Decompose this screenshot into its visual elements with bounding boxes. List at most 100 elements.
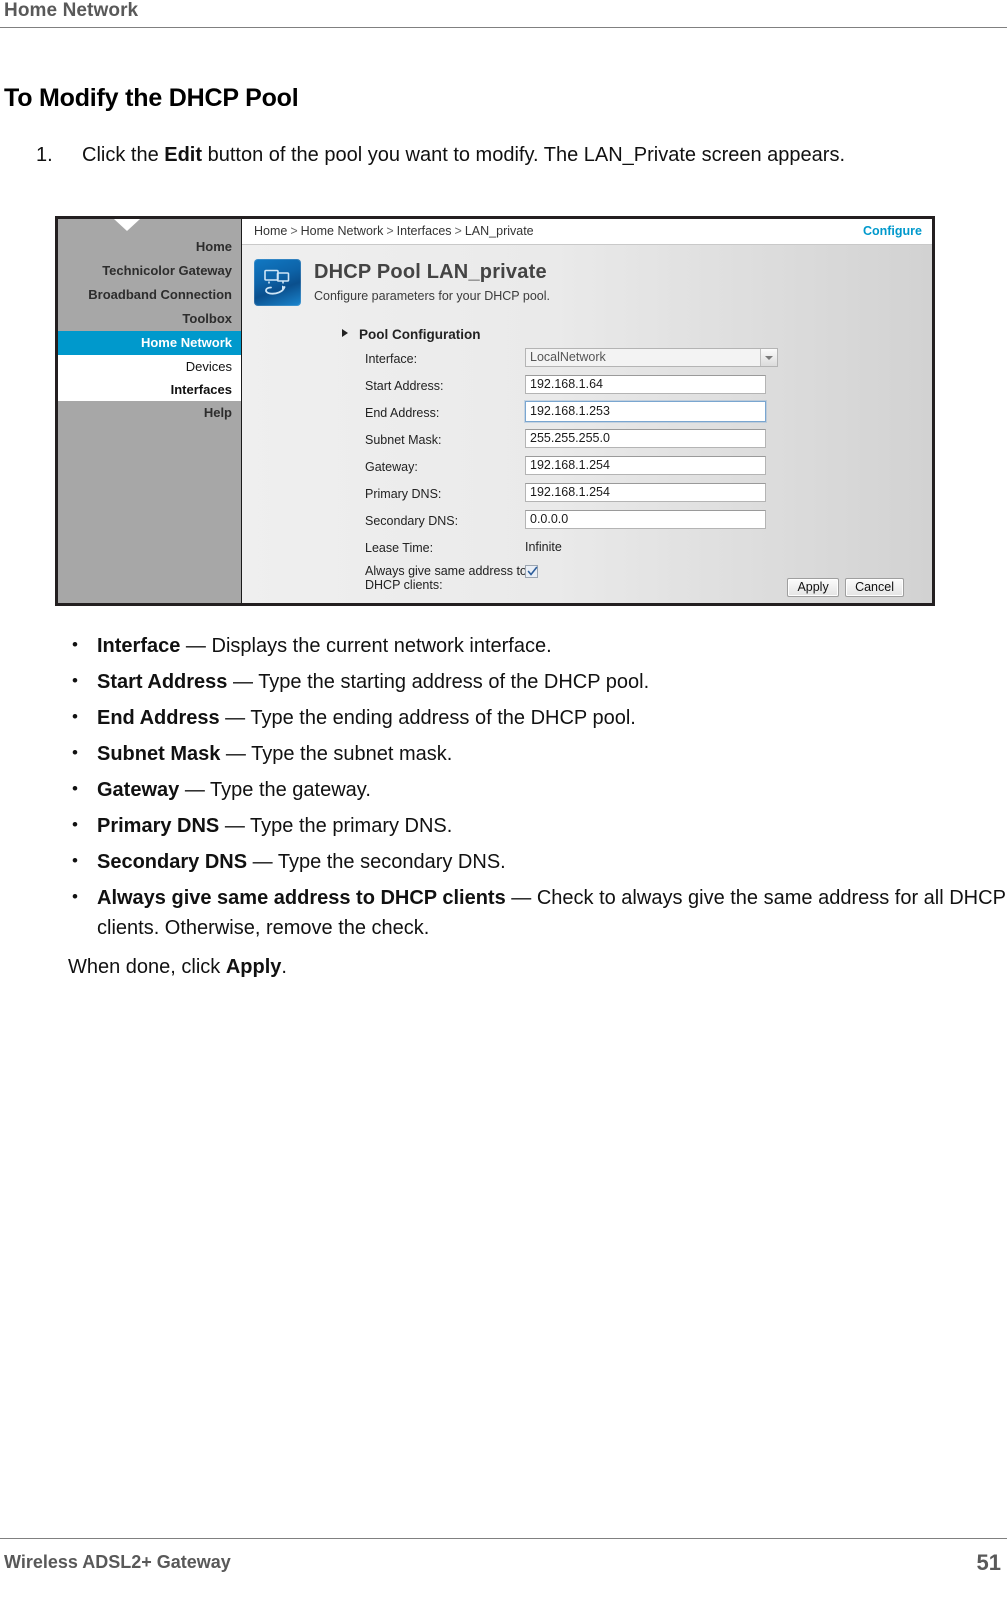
panel-action-buttons: Apply Cancel bbox=[781, 578, 904, 597]
step-bold-edit: Edit bbox=[164, 144, 203, 166]
bullet-dash: — bbox=[180, 635, 212, 657]
running-header-title: Home Network bbox=[4, 0, 139, 21]
form-row-secondary-dns: Secondary DNS: 0.0.0.0 bbox=[365, 510, 925, 537]
bullet-dash: — bbox=[505, 887, 537, 909]
bullet-description: Type the subnet mask. bbox=[251, 743, 453, 765]
router-sidebar: Home Technicolor Gateway Broadband Conne… bbox=[58, 219, 242, 603]
list-item: End Address — Type the ending address of… bbox=[68, 702, 1007, 733]
list-item: Gateway — Type the gateway. bbox=[68, 774, 1007, 805]
bullet-term: Secondary DNS bbox=[97, 851, 248, 873]
primary-dns-input[interactable]: 192.168.1.254 bbox=[525, 483, 766, 502]
step-text-after: button of the pool you want to modify. T… bbox=[202, 144, 845, 166]
cancel-button[interactable]: Cancel bbox=[845, 578, 904, 597]
breadcrumb-item-home[interactable]: Home bbox=[254, 224, 287, 238]
list-item: Interface — Displays the current network… bbox=[68, 630, 1007, 661]
bullet-dash: — bbox=[247, 851, 278, 873]
bullet-term: Gateway bbox=[97, 779, 180, 801]
panel-subtitle: Configure parameters for your DHCP pool. bbox=[314, 289, 550, 303]
configure-link[interactable]: Configure bbox=[863, 224, 922, 238]
bullet-term: Primary DNS bbox=[97, 815, 220, 837]
bullet-dash: — bbox=[219, 815, 251, 837]
closing-instruction: When done, click Apply. bbox=[68, 956, 287, 979]
secondary-dns-input[interactable]: 0.0.0.0 bbox=[525, 510, 766, 529]
bullet-dash: — bbox=[227, 671, 259, 693]
bullet-dash: — bbox=[219, 707, 251, 729]
closing-text-after: . bbox=[281, 956, 287, 978]
apply-button[interactable]: Apply bbox=[787, 578, 840, 597]
sidebar-item-help[interactable]: Help bbox=[58, 401, 241, 425]
breadcrumb-item-home-network[interactable]: Home Network bbox=[301, 224, 384, 238]
sidebar-subitem-interfaces[interactable]: Interfaces bbox=[58, 378, 241, 401]
list-item: Always give same address to DHCP clients… bbox=[68, 882, 1007, 943]
always-same-address-label-line2: DHCP clients: bbox=[365, 578, 443, 592]
pool-configuration-group-header[interactable]: Pool Configuration bbox=[342, 327, 480, 342]
step-text: Click the Edit button of the pool you wa… bbox=[82, 141, 991, 170]
bullet-description: Type the gateway. bbox=[210, 779, 371, 801]
closing-text-before: When done, click bbox=[68, 956, 226, 978]
form-row-interface: Interface: LocalNetwork bbox=[365, 348, 925, 375]
form-row-start-address: Start Address: 192.168.1.64 bbox=[365, 375, 925, 402]
footer-page-number: 51 bbox=[976, 1550, 1001, 1575]
router-breadcrumb-bar: Home > Home Network > Interfaces > LAN_private… bbox=[242, 219, 932, 244]
bullet-description: Type the primary DNS. bbox=[250, 815, 453, 837]
sidebar-item-toolbox[interactable]: Toolbox bbox=[58, 307, 241, 331]
bullet-description: Displays the current network interface. bbox=[211, 635, 552, 657]
secondary-dns-label: Secondary DNS: bbox=[365, 514, 459, 528]
checkmark-icon bbox=[527, 566, 538, 576]
gateway-input[interactable]: 192.168.1.254 bbox=[525, 456, 766, 475]
numbered-step-1: 1. Click the Edit button of the pool you… bbox=[36, 141, 991, 170]
primary-dns-label: Primary DNS: bbox=[365, 487, 442, 501]
sidebar-subitem-devices[interactable]: Devices bbox=[58, 355, 241, 378]
form-row-lease-time: Lease Time: Infinite bbox=[365, 537, 925, 564]
bullet-term: Interface bbox=[97, 635, 181, 657]
bullet-term: Start Address bbox=[97, 671, 228, 693]
closing-bold-apply: Apply bbox=[225, 956, 282, 978]
bullet-description: Type the starting address of the DHCP po… bbox=[258, 671, 650, 693]
page-title: To Modify the DHCP Pool bbox=[4, 84, 299, 112]
bullet-dash: — bbox=[220, 743, 252, 765]
list-item: Primary DNS — Type the primary DNS. bbox=[68, 810, 1007, 841]
router-main-pane: Home > Home Network > Interfaces > LAN_private… bbox=[242, 219, 932, 603]
pool-configuration-form: Interface: LocalNetwork Start Address: 1… bbox=[365, 348, 925, 598]
bullet-description: Type the secondary DNS. bbox=[277, 851, 506, 873]
subnet-mask-input[interactable]: 255.255.255.0 bbox=[525, 429, 766, 448]
list-item: Start Address — Type the starting addres… bbox=[68, 666, 1007, 697]
breadcrumb-item-lan-private[interactable]: LAN_private bbox=[465, 224, 534, 238]
form-row-gateway: Gateway: 192.168.1.254 bbox=[365, 456, 925, 483]
breadcrumb: Home > Home Network > Interfaces > LAN_private bbox=[254, 224, 534, 238]
breadcrumb-item-interfaces[interactable]: Interfaces bbox=[397, 224, 452, 238]
bullet-dash: — bbox=[179, 779, 211, 801]
group-header-label: Pool Configuration bbox=[359, 327, 481, 342]
bullet-term: Subnet Mask bbox=[97, 743, 221, 765]
sidebar-notch-marker bbox=[114, 219, 140, 231]
always-same-address-checkbox[interactable] bbox=[525, 565, 538, 578]
interface-select-value: LocalNetwork bbox=[530, 350, 606, 364]
sidebar-item-home-network[interactable]: Home Network bbox=[58, 331, 241, 355]
interface-label: Interface: bbox=[365, 352, 418, 366]
sidebar-item-technicolor-gateway[interactable]: Technicolor Gateway bbox=[58, 259, 241, 283]
step-number: 1. bbox=[36, 144, 53, 166]
gateway-label: Gateway: bbox=[365, 460, 418, 474]
lease-time-label: Lease Time: bbox=[365, 541, 434, 555]
sidebar-item-home[interactable]: Home bbox=[58, 235, 241, 259]
field-description-list: Interface — Displays the current network… bbox=[68, 630, 1007, 949]
dhcp-pool-icon bbox=[254, 259, 301, 306]
sidebar-item-broadband-connection[interactable]: Broadband Connection bbox=[58, 283, 241, 307]
breadcrumb-separator: > bbox=[454, 224, 462, 238]
always-same-address-label: Always give same address to DHCP clients: bbox=[365, 564, 527, 592]
breadcrumb-separator: > bbox=[386, 224, 394, 238]
expand-triangle-icon bbox=[342, 329, 348, 337]
subnet-mask-label: Subnet Mask: bbox=[365, 433, 442, 447]
sidebar-submenu: Devices Interfaces bbox=[58, 355, 241, 401]
always-same-address-label-line1: Always give same address to bbox=[365, 564, 527, 578]
end-address-input[interactable]: 192.168.1.253 bbox=[525, 401, 766, 422]
form-row-primary-dns: Primary DNS: 192.168.1.254 bbox=[365, 483, 925, 510]
panel-title: DHCP Pool LAN_private bbox=[314, 261, 547, 283]
footer-product-name: Wireless ADSL2+ Gateway bbox=[4, 1552, 231, 1572]
start-address-input[interactable]: 192.168.1.64 bbox=[525, 375, 766, 394]
bullet-term: End Address bbox=[97, 707, 220, 729]
chevron-down-icon[interactable] bbox=[760, 349, 777, 366]
interface-select[interactable]: LocalNetwork bbox=[525, 348, 778, 367]
embedded-router-screenshot: Home Technicolor Gateway Broadband Conne… bbox=[55, 216, 935, 606]
header-divider bbox=[0, 27, 1007, 28]
